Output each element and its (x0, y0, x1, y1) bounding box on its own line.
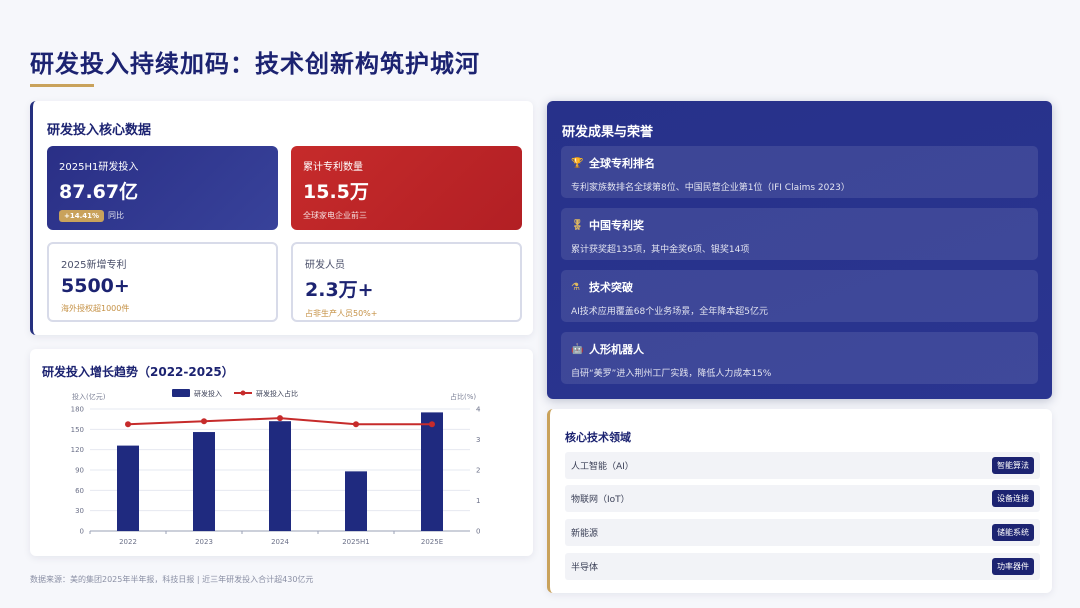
trend-chart-card: 研发投入增长趋势（2022-2025） 投入(亿元) 占比(%) 0 30 60 90 12… (30, 349, 533, 556)
core-tech-card: 核心技术领域 人工智能（AI） 智能算法 物联网（IoT） 设备连接 新能源 储… (547, 409, 1052, 593)
y-tick-label: 30 (75, 507, 84, 515)
tech-row-iot: 物联网（IoT） 设备连接 (565, 485, 1040, 512)
line-point (353, 421, 359, 428)
line-point (277, 415, 283, 422)
stat-rd-investment: 2025H1研发投入 87.67亿 +14.41% 同比 (47, 146, 278, 230)
achievement-title: 中国专利奖 (589, 219, 644, 232)
stat-sub: 占非生产人员50%+ (305, 309, 378, 318)
stat-total-patents: 累计专利数量 15.5万 全球家电企业前三 (291, 146, 522, 230)
stat-new-patents: 2025新增专利 5500+ 海外授权超1000件 (47, 242, 278, 322)
line-point (201, 418, 207, 425)
line-point (125, 421, 131, 428)
stat-value: 87.67亿 (59, 181, 139, 203)
bar (193, 432, 215, 531)
trophy-icon: 🏆 (571, 157, 584, 169)
bar (345, 471, 367, 531)
stat-label: 2025H1研发投入 (59, 162, 139, 173)
trend-chart: 投入(亿元) 占比(%) 0 30 60 90 120 150 180 0 1 2 3 4 2022 2023… (71, 389, 481, 546)
y-tick-label: 0 (80, 528, 84, 536)
tech-row-ai: 人工智能（AI） 智能算法 (565, 452, 1040, 479)
x-tick-label: 2025E (421, 538, 443, 546)
core-tech-title: 核心技术领域 (565, 431, 631, 444)
achievement-desc: AI技术应用覆盖68个业务场景，全年降本超5亿元 (571, 307, 768, 317)
x-tick-label: 2024 (271, 538, 289, 546)
achievements-title: 研发成果与荣誉 (562, 125, 654, 140)
stat-value: 2.3万+ (305, 279, 374, 301)
title-underline (30, 84, 94, 87)
tech-row-new-energy: 新能源 储能系统 (565, 519, 1040, 546)
achievements-panel: 研发成果与荣誉 🏆 全球专利排名 专利家族数排名全球第8位、中国民营企业第1位（I… (547, 101, 1052, 399)
bar (269, 421, 291, 531)
stat-sub: 海外授权超1000件 (61, 304, 130, 313)
flask-icon: ⚗ (571, 281, 580, 293)
y-axis-label: 投入(亿元) (72, 392, 106, 401)
stat-sub: 同比 (108, 211, 125, 220)
achievement-desc: 自研“美罗”进入荆州工厂实践，降低人力成本15% (571, 369, 772, 379)
achievement-humanoid-robot: 🤖 人形机器人 自研“美罗”进入荆州工厂实践，降低人力成本15% (561, 332, 1038, 384)
tech-tag: 设备连接 (992, 490, 1034, 507)
core-data-title: 研发投入核心数据 (47, 123, 152, 138)
y2-tick-label: 1 (476, 497, 480, 505)
tech-tag: 智能算法 (992, 457, 1034, 474)
legend-swatch-point (240, 390, 246, 396)
achievement-patent-award: 🎖 中国专利奖 累计获奖超135项，其中金奖6项、银奖14项 (561, 208, 1038, 260)
stat-value: 15.5万 (303, 181, 369, 203)
tech-name: 半导体 (571, 563, 599, 573)
tech-row-semiconductor: 半导体 功率器件 (565, 553, 1040, 580)
achievement-desc: 累计获奖超135项，其中金奖6项、银奖14项 (571, 245, 750, 255)
tech-tag: 功率器件 (992, 558, 1034, 575)
legend-label: 研发投入 (194, 389, 222, 398)
y2-axis-label: 占比(%) (450, 392, 476, 401)
core-data-card: 研发投入核心数据 2025H1研发投入 87.67亿 +14.41% 同比 累计专… (30, 101, 533, 335)
tech-name: 物联网（IoT） (571, 495, 630, 505)
y2-tick-label: 3 (476, 436, 480, 444)
medal-icon: 🎖 (571, 219, 584, 231)
achievement-patent-ranking: 🏆 全球专利排名 专利家族数排名全球第8位、中国民营企业第1位（IFI Claim… (561, 146, 1038, 198)
stat-sub: 全球家电企业前三 (303, 211, 367, 220)
y2-tick-label: 4 (476, 406, 481, 414)
legend-swatch-bar (172, 389, 190, 397)
page-title: 研发投入持续加码：技术创新构筑护城河 (30, 50, 480, 78)
bar (421, 412, 443, 531)
y-tick-label: 120 (71, 446, 84, 454)
achievement-title: 全球专利排名 (589, 157, 655, 170)
y-tick-label: 90 (75, 467, 84, 475)
robot-icon: 🤖 (571, 343, 584, 355)
stat-rd-staff: 研发人员 2.3万+ 占非生产人员50%+ (291, 242, 522, 322)
x-tick-label: 2022 (119, 538, 137, 546)
growth-badge: +14.41% (59, 210, 105, 222)
y2-tick-label: 0 (476, 528, 480, 536)
x-tick-label: 2023 (195, 538, 213, 546)
achievement-title: 人形机器人 (589, 343, 644, 356)
stat-value: 5500+ (61, 275, 130, 297)
achievement-title: 技术突破 (589, 281, 633, 294)
chart-title: 研发投入增长趋势（2022-2025） (42, 365, 234, 379)
stat-label: 研发人员 (305, 260, 345, 271)
achievement-desc: 专利家族数排名全球第8位、中国民营企业第1位（IFI Claims 2023） (571, 183, 850, 193)
tech-name: 新能源 (571, 529, 599, 539)
achievement-tech-breakthrough: ⚗ 技术突破 AI技术应用覆盖68个业务场景，全年降本超5亿元 (561, 270, 1038, 322)
footnote: 数据来源：美的集团2025年半年报，科技日报 | 近三年研发投入合计超430亿元 (30, 575, 314, 584)
stat-label: 累计专利数量 (303, 162, 363, 173)
y-tick-label: 60 (75, 487, 84, 495)
bar (117, 445, 139, 531)
y-tick-label: 150 (71, 426, 84, 434)
line-point (429, 421, 435, 428)
tech-name: 人工智能（AI） (571, 462, 634, 472)
stat-label: 2025新增专利 (61, 260, 127, 271)
y-tick-label: 180 (71, 406, 84, 414)
x-tick-label: 2025H1 (342, 538, 370, 546)
tech-tag: 储能系统 (992, 524, 1034, 541)
y2-tick-label: 2 (476, 467, 480, 475)
legend-label: 研发投入占比 (256, 389, 298, 398)
